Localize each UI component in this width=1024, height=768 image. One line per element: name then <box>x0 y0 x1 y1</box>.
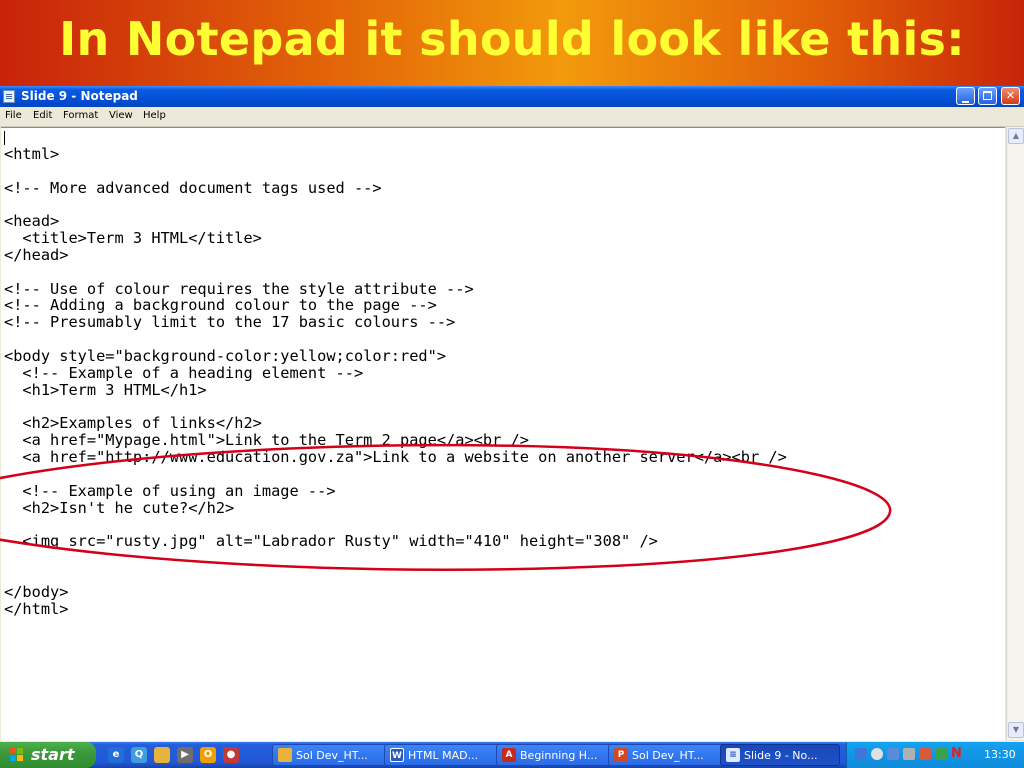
internet-explorer-icon[interactable]: e <box>108 747 124 763</box>
code-line: <html> <box>4 144 60 163</box>
code-line: <img src="rusty.jpg" alt="Labrador Rusty… <box>4 532 658 551</box>
scroll-down-button[interactable]: ▼ <box>1008 722 1024 738</box>
close-icon: ✕ <box>1005 89 1016 102</box>
code-line: <title>Term 3 HTML</title> <box>4 229 262 248</box>
taskbar-button-label: Slide 9 - No... <box>744 749 818 762</box>
taskbar-button-pdf[interactable]: A Beginning H... <box>496 744 616 766</box>
code-line: <!-- Adding a background colour to the p… <box>4 296 437 315</box>
pdf-icon: A <box>502 748 516 762</box>
menu-view[interactable]: View <box>109 110 133 121</box>
clock: 13:30 <box>984 748 1016 761</box>
code-line: <body style="background-color:yellow;col… <box>4 346 447 365</box>
menu-bar: File Edit Format View Help <box>0 107 1024 127</box>
code-line: <!-- Example of using an image --> <box>4 481 336 500</box>
restore-icon <box>983 91 992 100</box>
minimize-button[interactable] <box>956 87 975 105</box>
code-line: <a href="http://www.education.gov.za">Li… <box>4 448 787 467</box>
system-tray: N 13:30 <box>846 742 1024 768</box>
code-line: <!-- More advanced document tags used --… <box>4 178 382 197</box>
taskbar-button-notepad[interactable]: ≡ Slide 9 - No... <box>720 744 840 766</box>
window-titlebar[interactable]: Slide 9 - Notepad ✕ <box>0 86 1024 107</box>
taskbar-button-word[interactable]: W HTML MAD... <box>384 744 504 766</box>
code-line: <!-- Example of a heading element --> <box>4 363 364 382</box>
code-line: <h2>Isn't he cute?</h2> <box>4 498 235 517</box>
taskbar-button-powerpoint[interactable]: P Sol Dev_HT... <box>608 744 728 766</box>
code-line: <!-- Presumably limit to the 17 basic co… <box>4 313 456 332</box>
menu-edit[interactable]: Edit <box>33 110 52 121</box>
code-line: </head> <box>4 245 69 264</box>
taskbar-button-folder[interactable]: Sol Dev_HT... <box>272 744 392 766</box>
network-icon[interactable] <box>871 748 883 760</box>
powerpoint-icon: P <box>614 748 628 762</box>
notepad-icon: ≡ <box>726 748 740 762</box>
menu-help[interactable]: Help <box>143 110 166 121</box>
window-title: Slide 9 - Notepad <box>21 89 138 103</box>
n-app-icon[interactable]: N <box>951 747 963 760</box>
word-icon: W <box>390 748 404 762</box>
maximize-button[interactable] <box>978 87 997 105</box>
code-line: <a href="Mypage.html">Link to the Term 2… <box>4 431 529 450</box>
media-player-icon[interactable]: ▶ <box>177 747 193 763</box>
code-line: <h1>Term 3 HTML</h1> <box>4 380 207 399</box>
search-icon[interactable]: Q <box>131 747 147 763</box>
close-button[interactable]: ✕ <box>1001 87 1020 105</box>
taskbar: start e Q ▶ O ● Sol Dev_HT... W HTML MAD… <box>0 742 1024 768</box>
taskbar-button-label: Sol Dev_HT... <box>296 749 368 762</box>
start-button[interactable]: start <box>0 742 96 768</box>
code-line: </body> <box>4 582 69 601</box>
code-line: <head> <box>4 212 60 231</box>
code-line: </html> <box>4 599 69 618</box>
slide-title: In Notepad it should look like this: <box>59 12 965 66</box>
update-icon[interactable] <box>935 748 947 760</box>
slide-banner: In Notepad it should look like this: <box>0 0 1024 86</box>
menu-format[interactable]: Format <box>63 110 98 121</box>
security-icon[interactable] <box>903 748 915 760</box>
text-editor[interactable]: <html> <!-- More advanced document tags … <box>1 127 1005 741</box>
folder-icon <box>278 748 292 762</box>
notepad-icon <box>3 90 15 103</box>
scroll-up-button[interactable]: ▲ <box>1008 128 1024 144</box>
arrow-up-icon: ▲ <box>1012 131 1020 140</box>
menu-file[interactable]: File <box>5 110 22 121</box>
minimize-icon <box>962 101 969 103</box>
dropbox-icon[interactable] <box>855 748 867 760</box>
notepad-window: Slide 9 - Notepad ✕ File Edit Format Vie… <box>0 86 1024 742</box>
app-icon[interactable]: O <box>200 747 216 763</box>
code-text: <html> <!-- More advanced document tags … <box>4 129 787 651</box>
windows-logo-icon <box>10 748 24 762</box>
code-line: <h2>Examples of links</h2> <box>4 414 262 433</box>
firefox-icon[interactable]: ● <box>223 747 239 763</box>
start-label: start <box>31 745 75 764</box>
taskbar-button-label: Beginning H... <box>520 749 598 762</box>
folder-icon[interactable] <box>154 747 170 763</box>
taskbar-button-label: HTML MAD... <box>408 749 479 762</box>
tray-app-icon[interactable] <box>919 748 931 760</box>
code-line: <!-- Use of colour requires the style at… <box>4 279 474 298</box>
text-caret <box>4 131 5 145</box>
taskbar-button-label: Sol Dev_HT... <box>632 749 704 762</box>
vertical-scrollbar[interactable]: ▲ ▼ <box>1006 127 1024 740</box>
monitor-icon[interactable] <box>887 748 899 760</box>
arrow-down-icon: ▼ <box>1012 725 1020 734</box>
